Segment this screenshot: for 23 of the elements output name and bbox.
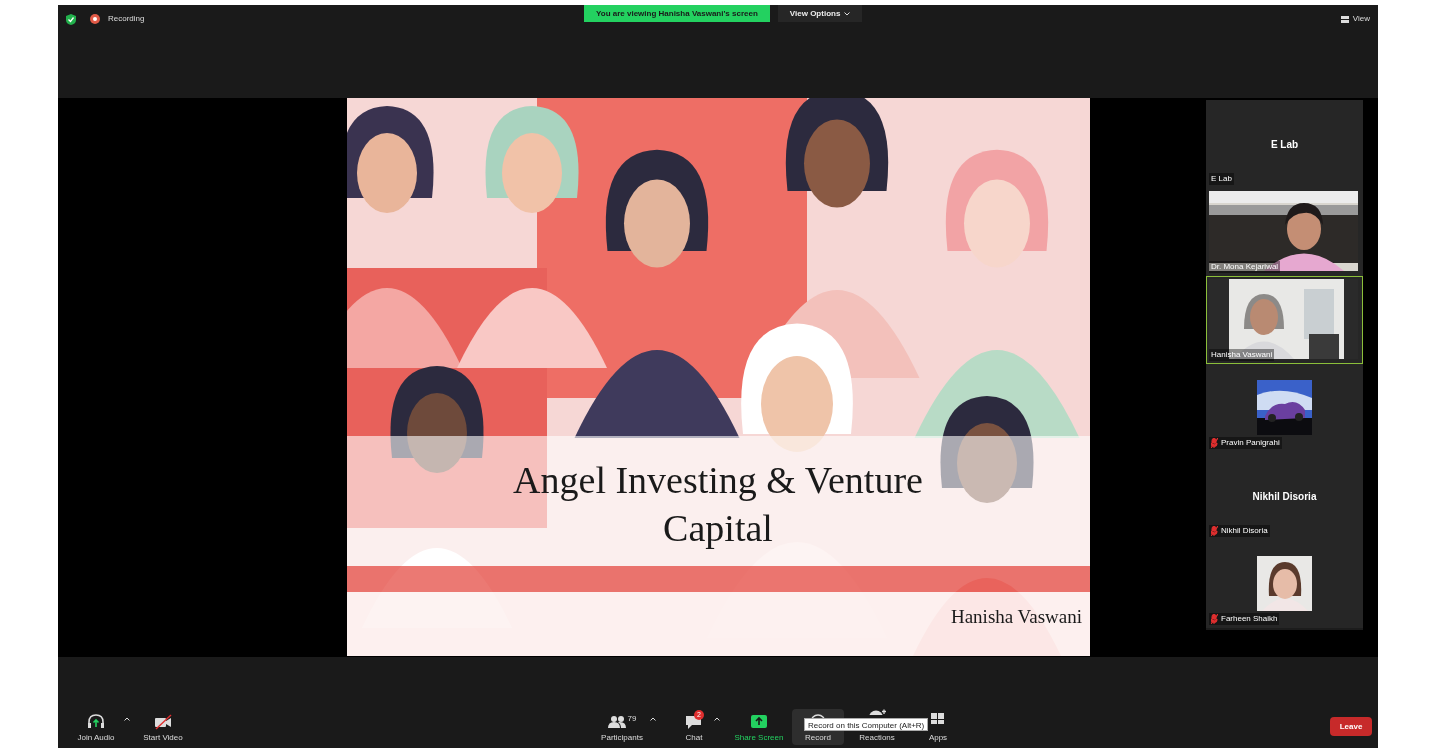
view-button[interactable]: View <box>1340 8 1370 30</box>
recording-label: Recording <box>108 13 145 25</box>
toolbar-button[interactable]: Reactions <box>848 732 906 745</box>
toolbar-button[interactable]: Join Audio <box>64 708 128 745</box>
toolbar-button[interactable]: Start Video <box>132 708 194 745</box>
tooltip: Record on this Computer (Alt+R) <box>804 717 929 731</box>
participant-name-label: Pravin Panigrahi <box>1221 438 1280 448</box>
participant-name-label: Farheen Shaikh <box>1221 614 1278 624</box>
participant-count: 79 <box>627 713 637 724</box>
toolbar-button[interactable]: Apps <box>918 732 958 745</box>
toolbar-button[interactable]: Share Screen <box>728 708 790 745</box>
participant-name-label: Hanisha Vaswani <box>1211 350 1273 360</box>
participant-name-label: Dr. Mona Kejariwal <box>1211 262 1279 272</box>
participant-name-title: E Lab <box>1269 138 1300 152</box>
participant-name-label: Nikhil Disoria <box>1221 526 1268 536</box>
participant-name-title: Nikhil Disoria <box>1251 490 1318 504</box>
presenter-name: Hanisha Vaswani <box>950 605 1082 629</box>
view-options-button[interactable]: View Options <box>777 5 863 22</box>
participant-name-label: E Lab <box>1211 174 1232 184</box>
slide-title: Angel Investing & Venture Capital <box>512 458 924 551</box>
leave-button[interactable]: Leave <box>1330 717 1372 736</box>
viewing-banner: You are viewing Hanisha Vaswani's screen <box>584 5 770 22</box>
toolbar-button[interactable]: 79 Participants <box>590 708 654 745</box>
